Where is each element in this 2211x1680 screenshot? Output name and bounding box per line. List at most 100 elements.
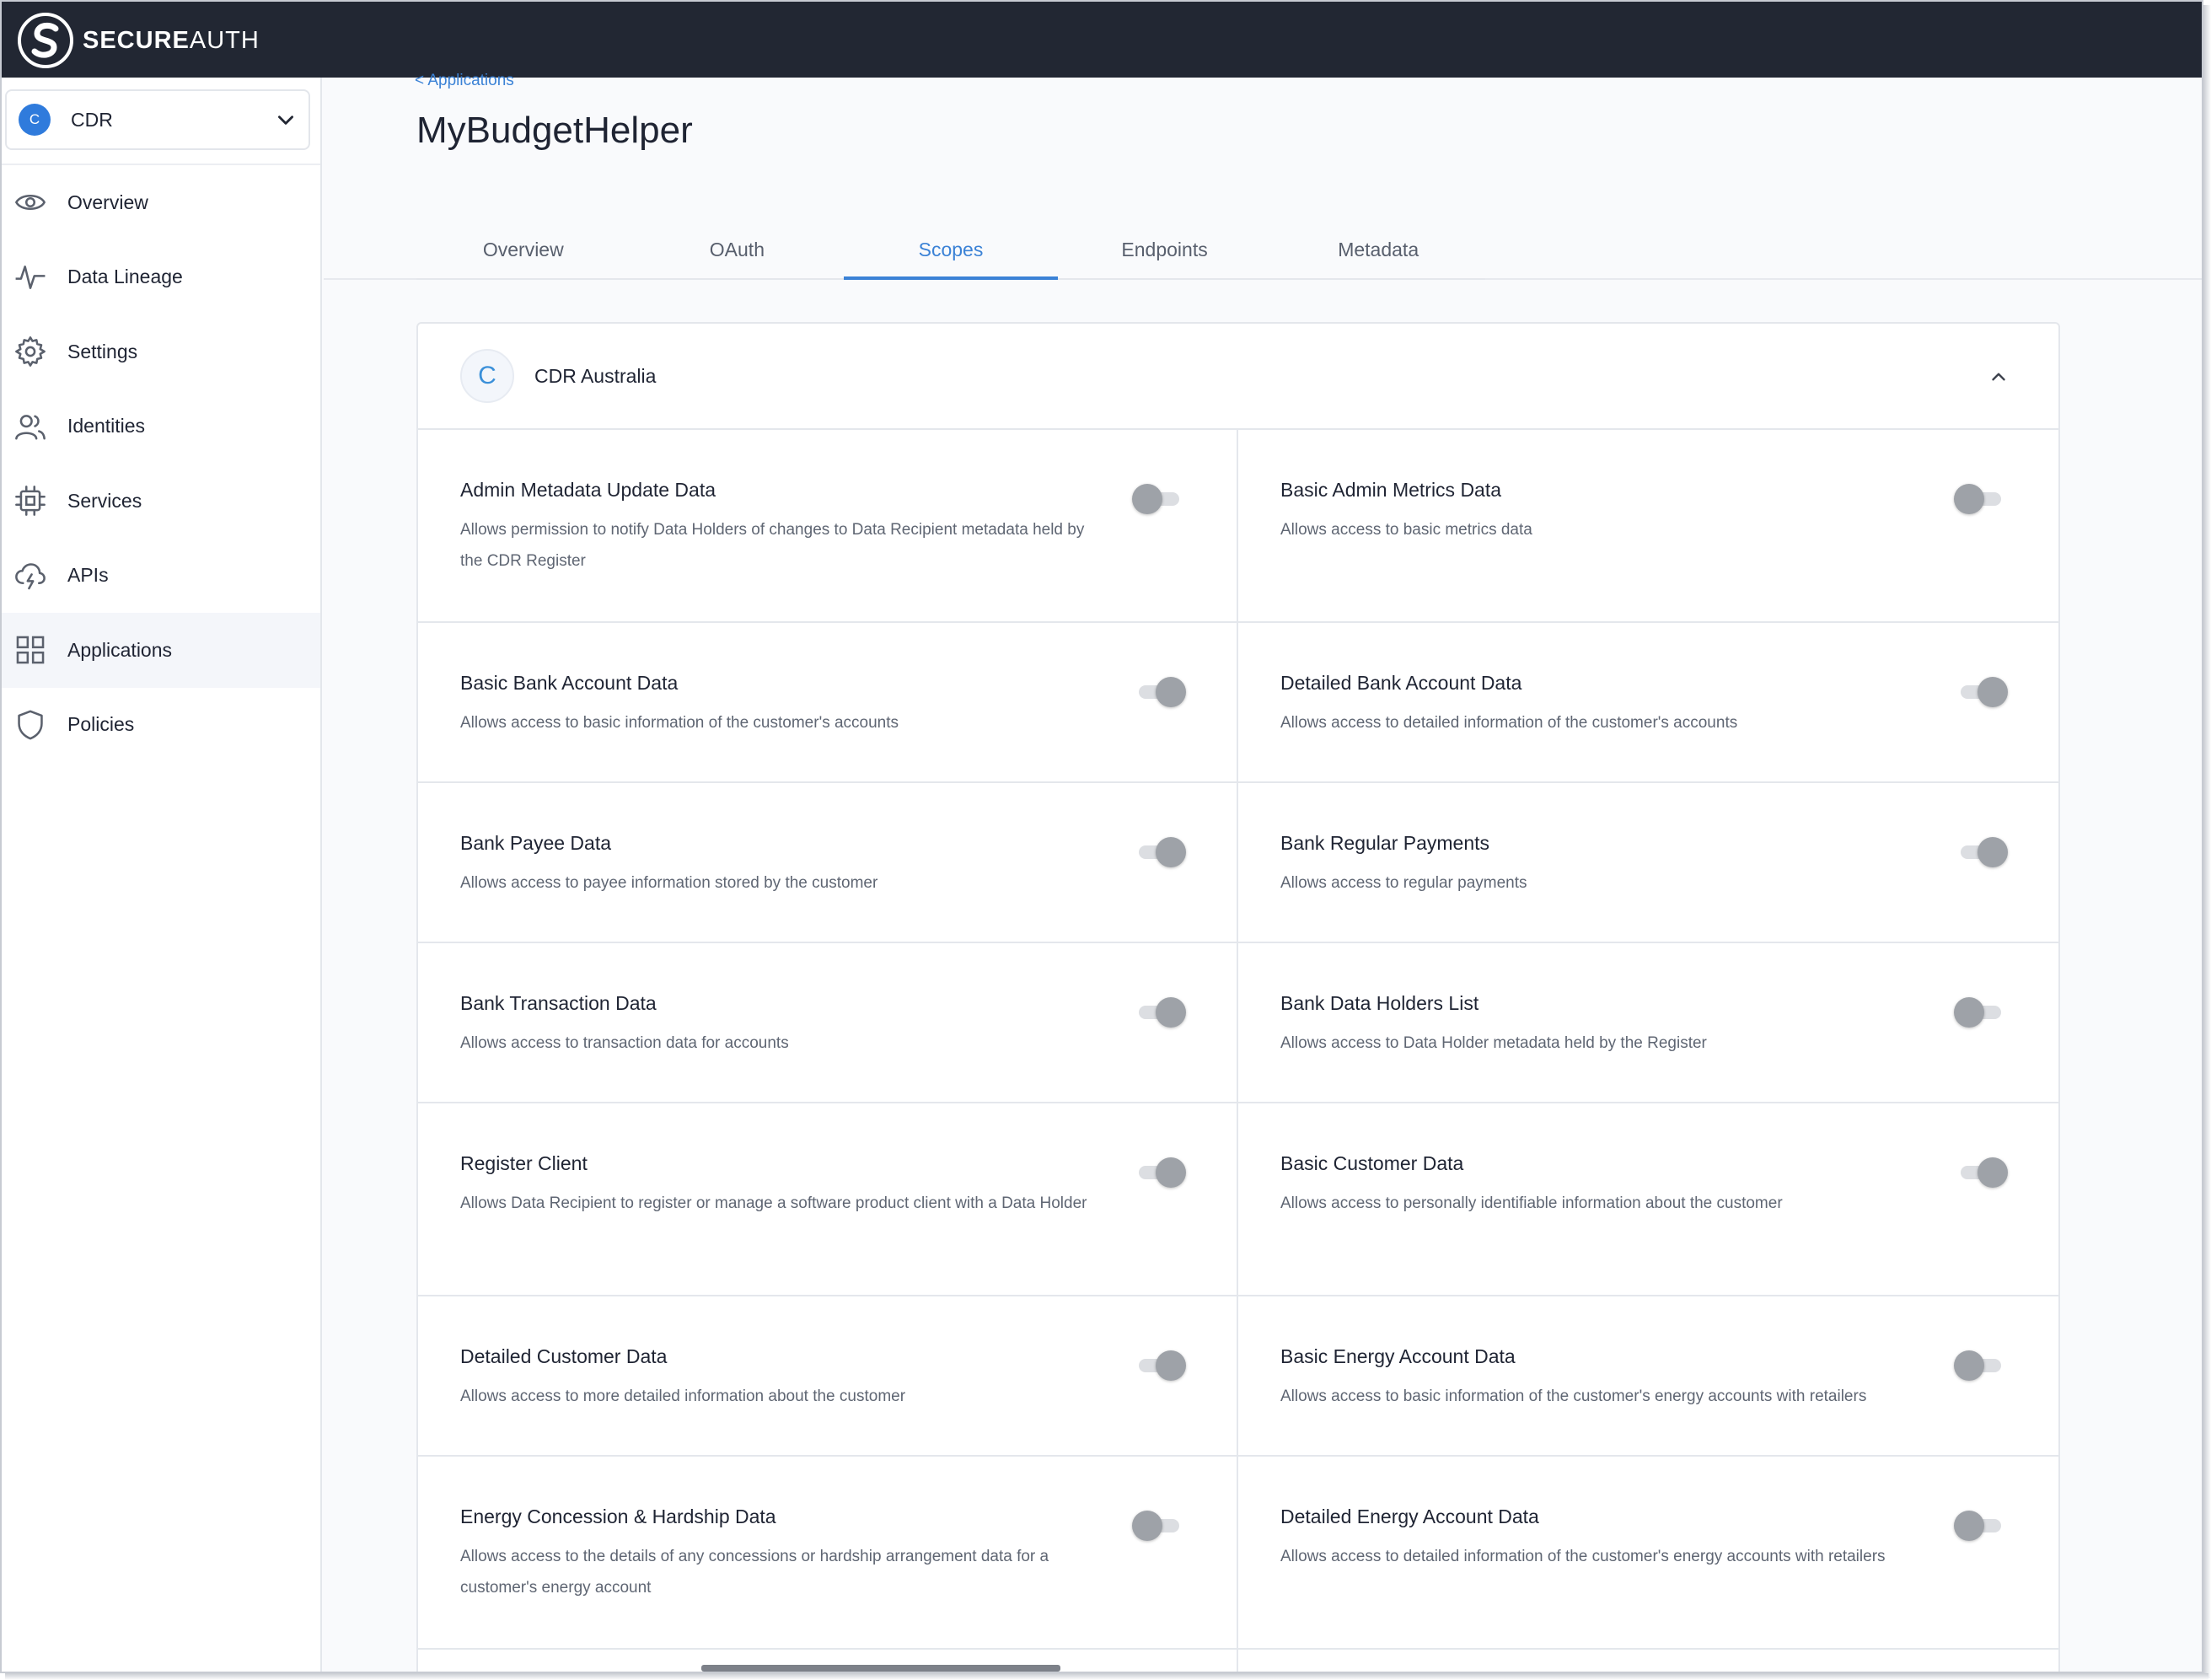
scope-name: Basic Admin Metrics Data: [1280, 479, 1502, 501]
sidebar-item-apis[interactable]: APIs: [2, 539, 320, 614]
scopes-grid: Admin Metadata Update Data Allows permis…: [418, 430, 2058, 1672]
scope-toggle[interactable]: [1132, 1156, 1186, 1188]
scope-name: Detailed Energy Account Data: [1280, 1506, 1539, 1527]
brand-name: SECUREAUTH: [83, 26, 260, 54]
scope-toggle[interactable]: [1954, 1509, 2004, 1541]
tab-oauth[interactable]: OAuth: [631, 221, 845, 278]
scope-description: Allows access to detailed information of…: [1280, 714, 1738, 732]
brand-logo[interactable]: SECUREAUTH: [17, 12, 260, 69]
sidebar-item-overview[interactable]: Overview: [2, 165, 320, 240]
tab-metadata[interactable]: Metadata: [1271, 221, 1485, 278]
scopes-card: C CDR Australia Admin Metadata Update Da…: [416, 322, 2060, 1672]
scope-item: [1238, 1650, 2058, 1672]
scope-name: Basic Bank Account Data: [460, 672, 679, 694]
sidebar-item-applications[interactable]: Applications: [2, 613, 320, 688]
scope-row: Register Client Allows Data Recipient to…: [418, 1103, 2058, 1296]
scope-toggle[interactable]: [1954, 1349, 2004, 1381]
sidebar-item-label: Services: [67, 489, 142, 512]
cloud-bolt-icon: [13, 559, 47, 593]
scope-row: Energy Concession & Hardship Data Allows…: [418, 1457, 2058, 1650]
scope-item: Basic Bank Account Data Allows access to…: [418, 623, 1238, 781]
sidebar-item-label: Policies: [67, 713, 135, 736]
scope-toggle[interactable]: [1132, 675, 1186, 707]
window-shadow: [5, 1673, 2208, 1680]
scope-toggle[interactable]: [1132, 996, 1186, 1028]
app-window: SECUREAUTH C CDR Overview Data Lineage S…: [0, 0, 2203, 1673]
tab-endpoints[interactable]: Endpoints: [1058, 221, 1272, 278]
scope-item: Bank Payee Data Allows access to payee i…: [418, 783, 1238, 942]
sidebar-item-label: APIs: [67, 564, 109, 587]
chevron-up-icon[interactable]: [1988, 366, 2010, 388]
scope-row: Bank Transaction Data Allows access to t…: [418, 943, 2058, 1103]
scope-row: Basic Bank Account Data Allows access to…: [418, 623, 2058, 783]
scope-item: Detailed Energy Account Data Allows acce…: [1238, 1457, 2058, 1648]
sidebar-item-data-lineage[interactable]: Data Lineage: [2, 240, 320, 315]
scope-name: Bank Transaction Data: [460, 992, 657, 1014]
tenant-avatar: C: [19, 104, 51, 136]
scope-row: [418, 1650, 2058, 1672]
scope-item: Basic Customer Data Allows access to per…: [1238, 1103, 2058, 1295]
page-header: < Applications MyBudgetHelper Overview O…: [324, 72, 2202, 280]
scope-description: Allows access to more detailed informati…: [460, 1387, 906, 1405]
scope-name: Admin Metadata Update Data: [460, 479, 716, 501]
scope-toggle[interactable]: [1132, 1509, 1183, 1541]
scope-toggle[interactable]: [1954, 996, 2004, 1028]
scope-name: Bank Regular Payments: [1280, 832, 1490, 854]
scope-row: Admin Metadata Update Data Allows permis…: [418, 430, 2058, 623]
scope-name: Detailed Bank Account Data: [1280, 672, 1522, 694]
scope-name: Basic Energy Account Data: [1280, 1345, 1516, 1367]
scope-description: Allows access to transaction data for ac…: [460, 1034, 789, 1052]
sidebar-item-identities[interactable]: Identities: [2, 389, 320, 464]
sidebar-item-label: Identities: [67, 415, 146, 437]
scope-item: Detailed Customer Data Allows access to …: [418, 1296, 1238, 1455]
scope-name: Bank Data Holders List: [1280, 992, 1479, 1014]
scope-toggle[interactable]: [1132, 482, 1183, 514]
scope-item: Energy Concession & Hardship Data Allows…: [418, 1457, 1238, 1648]
card-avatar: C: [460, 349, 514, 403]
users-icon: [13, 410, 47, 443]
card-header[interactable]: C CDR Australia: [418, 324, 2058, 430]
activity-icon: [13, 260, 47, 294]
sidebar-item-label: Applications: [67, 638, 173, 661]
tab-bar: Overview OAuth Scopes Endpoints Metadata: [416, 221, 1485, 280]
scope-item: Bank Transaction Data Allows access to t…: [418, 943, 1238, 1102]
tenant-selector[interactable]: C CDR: [5, 89, 310, 150]
scope-description: Allows permission to notify Data Holders…: [460, 521, 1085, 570]
scope-toggle[interactable]: [1954, 835, 2008, 867]
scope-description: Allows access to Data Holder metadata he…: [1280, 1034, 1707, 1052]
sidebar-item-label: Overview: [67, 191, 148, 213]
scope-toggle[interactable]: [1132, 1349, 1186, 1381]
scope-item: Basic Admin Metrics Data Allows access t…: [1238, 430, 2058, 621]
chevron-down-icon: [278, 115, 293, 125]
scope-row: Detailed Customer Data Allows access to …: [418, 1296, 2058, 1457]
tenant-name: CDR: [71, 108, 113, 131]
sidebar: C CDR Overview Data Lineage Settings Ide…: [2, 78, 322, 1672]
scope-toggle[interactable]: [1132, 835, 1186, 867]
scope-toggle[interactable]: [1954, 1156, 2008, 1188]
scope-description: Allows access to payee information store…: [460, 874, 878, 892]
scope-description: Allows access to regular payments: [1280, 874, 1527, 892]
scope-item: Register Client Allows Data Recipient to…: [418, 1103, 1238, 1295]
scope-item: Basic Energy Account Data Allows access …: [1238, 1296, 2058, 1455]
scope-description: Allows access to the details of any conc…: [460, 1548, 1049, 1597]
scope-description: Allows access to basic information of th…: [460, 714, 899, 732]
shield-icon: [13, 708, 47, 742]
sidebar-item-label: Settings: [67, 340, 138, 362]
window-shadow: [2203, 5, 2211, 1678]
sidebar-item-services[interactable]: Services: [2, 464, 320, 539]
breadcrumb-applications-link[interactable]: < Applications: [415, 72, 514, 90]
chip-icon: [13, 484, 47, 518]
tab-overview[interactable]: Overview: [416, 221, 631, 278]
scope-toggle[interactable]: [1954, 675, 2008, 707]
horizontal-scrollbar[interactable]: [701, 1665, 1060, 1672]
scope-description: Allows Data Recipient to register or man…: [460, 1194, 1087, 1212]
scope-name: Basic Customer Data: [1280, 1152, 1464, 1174]
grid-icon: [13, 633, 47, 667]
scope-toggle[interactable]: [1954, 482, 2004, 514]
sidebar-item-policies[interactable]: Policies: [2, 688, 320, 763]
tab-scopes[interactable]: Scopes: [844, 221, 1058, 280]
gear-icon: [13, 335, 47, 368]
scope-description: Allows access to detailed information of…: [1280, 1548, 1886, 1565]
sidebar-item-settings[interactable]: Settings: [2, 314, 320, 389]
sidebar-nav: Overview Data Lineage Settings Identitie…: [2, 165, 320, 762]
